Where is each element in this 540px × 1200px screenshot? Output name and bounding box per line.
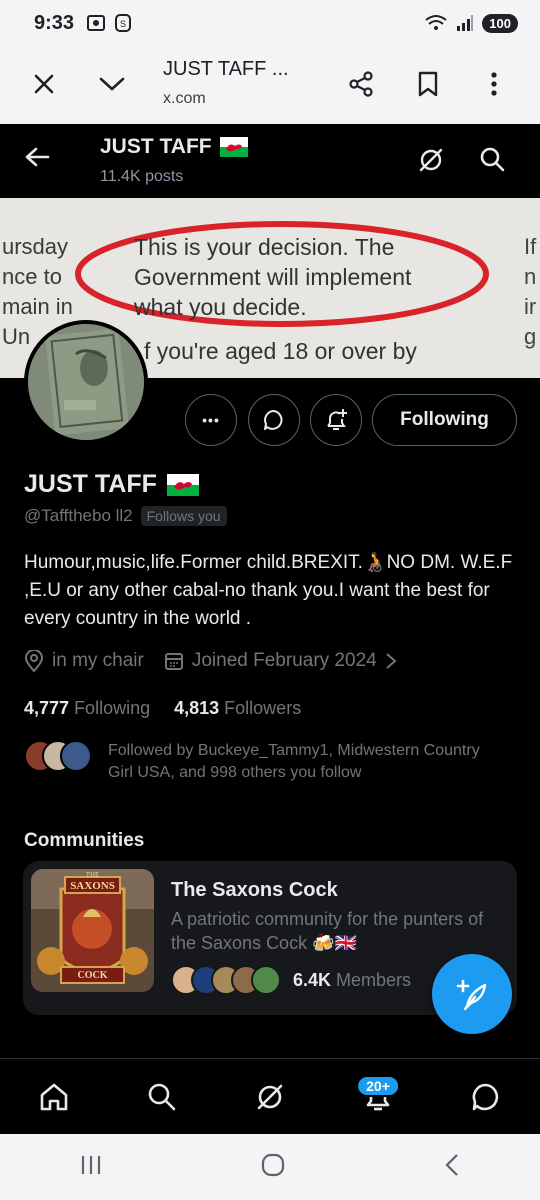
calendar-icon <box>164 653 183 670</box>
following-button[interactable]: Following <box>372 394 517 446</box>
following-count-link[interactable]: 4,777 Following <box>24 698 150 719</box>
search-icon[interactable] <box>479 146 505 177</box>
home-circle-icon <box>261 1153 285 1176</box>
search-icon <box>148 1083 176 1110</box>
chevron-down-icon[interactable] <box>94 66 130 102</box>
compose-button[interactable] <box>432 954 512 1034</box>
chat-icon <box>264 410 283 430</box>
signal-icon <box>457 15 474 31</box>
recents-button[interactable] <box>79 1154 103 1181</box>
back-nav-button[interactable] <box>443 1152 461 1183</box>
banner-bottom-text: f you're aged 18 or over by <box>144 338 417 364</box>
joined-item[interactable]: Joined February 2024 <box>164 650 397 672</box>
app-notification-icon: S <box>115 14 132 32</box>
tab-grok[interactable] <box>240 1067 300 1127</box>
followed-by-row[interactable]: Followed by Buckeye_Tammy1, Midwestern C… <box>24 740 480 781</box>
more-vert-icon[interactable] <box>476 66 512 102</box>
top-nav-name: JUST TAFF <box>100 135 248 159</box>
tab-home[interactable] <box>24 1067 84 1127</box>
close-icon[interactable] <box>26 66 62 102</box>
followers-count-link[interactable]: 4,813 Followers <box>174 698 301 719</box>
profile-handle: @Taffthebo ll2 <box>24 506 133 525</box>
location-item: in my chair <box>24 650 144 672</box>
post-count: 11.4K posts <box>100 168 184 185</box>
more-horiz-icon: ••• <box>202 412 220 428</box>
svg-text:S: S <box>120 19 126 29</box>
member-count: 6.4K Members <box>293 969 412 990</box>
bell-plus-icon <box>327 409 347 430</box>
browser-url: x.com <box>163 90 206 107</box>
banner-right-text: If n ir g <box>524 234 537 349</box>
tab-notifications[interactable]: 20+ <box>348 1067 408 1127</box>
bottom-tab-bar: 20+ <box>0 1058 540 1134</box>
wales-flag-icon <box>166 473 199 496</box>
grok-icon <box>257 1084 283 1109</box>
profile-avatar[interactable] <box>24 320 148 444</box>
android-nav-bar <box>0 1134 540 1200</box>
follow-counts: 4,777 Following 4,813 Followers <box>24 698 301 719</box>
back-chevron-icon <box>445 1153 459 1176</box>
notifications-badge: 20+ <box>356 1074 400 1097</box>
status-notification-icons: S <box>86 13 132 33</box>
recents-icon <box>81 1155 100 1174</box>
avatar <box>60 740 92 772</box>
profile-top-nav: JUST TAFF 11.4K posts <box>0 124 540 198</box>
wales-flag-icon <box>219 137 248 157</box>
status-bar: 9:33 S 100 <box>0 0 540 46</box>
grok-icon[interactable] <box>417 146 445 179</box>
tab-messages[interactable] <box>456 1067 516 1127</box>
avatar <box>251 965 281 995</box>
browser-header: JUST TAFF ... x.com <box>0 46 540 124</box>
profile-name: JUST TAFF <box>24 470 199 499</box>
followed-by-avatars <box>24 740 94 774</box>
profile-page: JUST TAFF 11.4K posts ursday nce to main… <box>0 124 540 1058</box>
battery-indicator: 100 <box>482 13 518 33</box>
messages-icon <box>472 1083 499 1110</box>
chevron-right-icon <box>386 653 397 669</box>
notify-button[interactable] <box>310 394 362 446</box>
share-icon[interactable] <box>343 66 379 102</box>
profile-meta: in my chair Joined February 2024 <box>24 650 397 672</box>
community-description: A patriotic community for the punters of… <box>171 909 484 953</box>
location-icon <box>24 650 44 672</box>
compose-icon <box>456 979 487 1011</box>
back-arrow-icon[interactable] <box>24 146 50 173</box>
community-title: The Saxons Cock <box>171 879 338 901</box>
community-members: 6.4K Members <box>171 965 411 995</box>
browser-page-title: JUST TAFF ... <box>163 58 289 80</box>
screenshot-icon <box>87 15 106 31</box>
handle-row: @Taffthebo ll2 Follows you <box>24 506 227 526</box>
home-nav-button[interactable] <box>260 1152 286 1183</box>
avatar-image <box>28 324 144 440</box>
communities-heading: Communities <box>24 830 145 851</box>
bookmark-icon[interactable] <box>410 66 446 102</box>
message-button[interactable] <box>248 394 300 446</box>
wifi-icon <box>425 15 447 30</box>
tab-search[interactable] <box>132 1067 192 1127</box>
status-time: 9:33 <box>34 11 75 34</box>
banner-center-text: This is your decision. The Government wi… <box>134 234 412 320</box>
profile-bio: Humour,music,life.Former child.BREXIT.​🧑… <box>24 552 513 629</box>
more-options-button[interactable]: ••• <box>185 394 237 446</box>
home-icon <box>40 1083 68 1110</box>
followed-by-text: Followed by Buckeye_Tammy1, Midwestern C… <box>108 742 480 781</box>
community-image: THE SAXONS COCK <box>31 869 154 992</box>
follows-you-badge: Follows you <box>140 506 227 526</box>
